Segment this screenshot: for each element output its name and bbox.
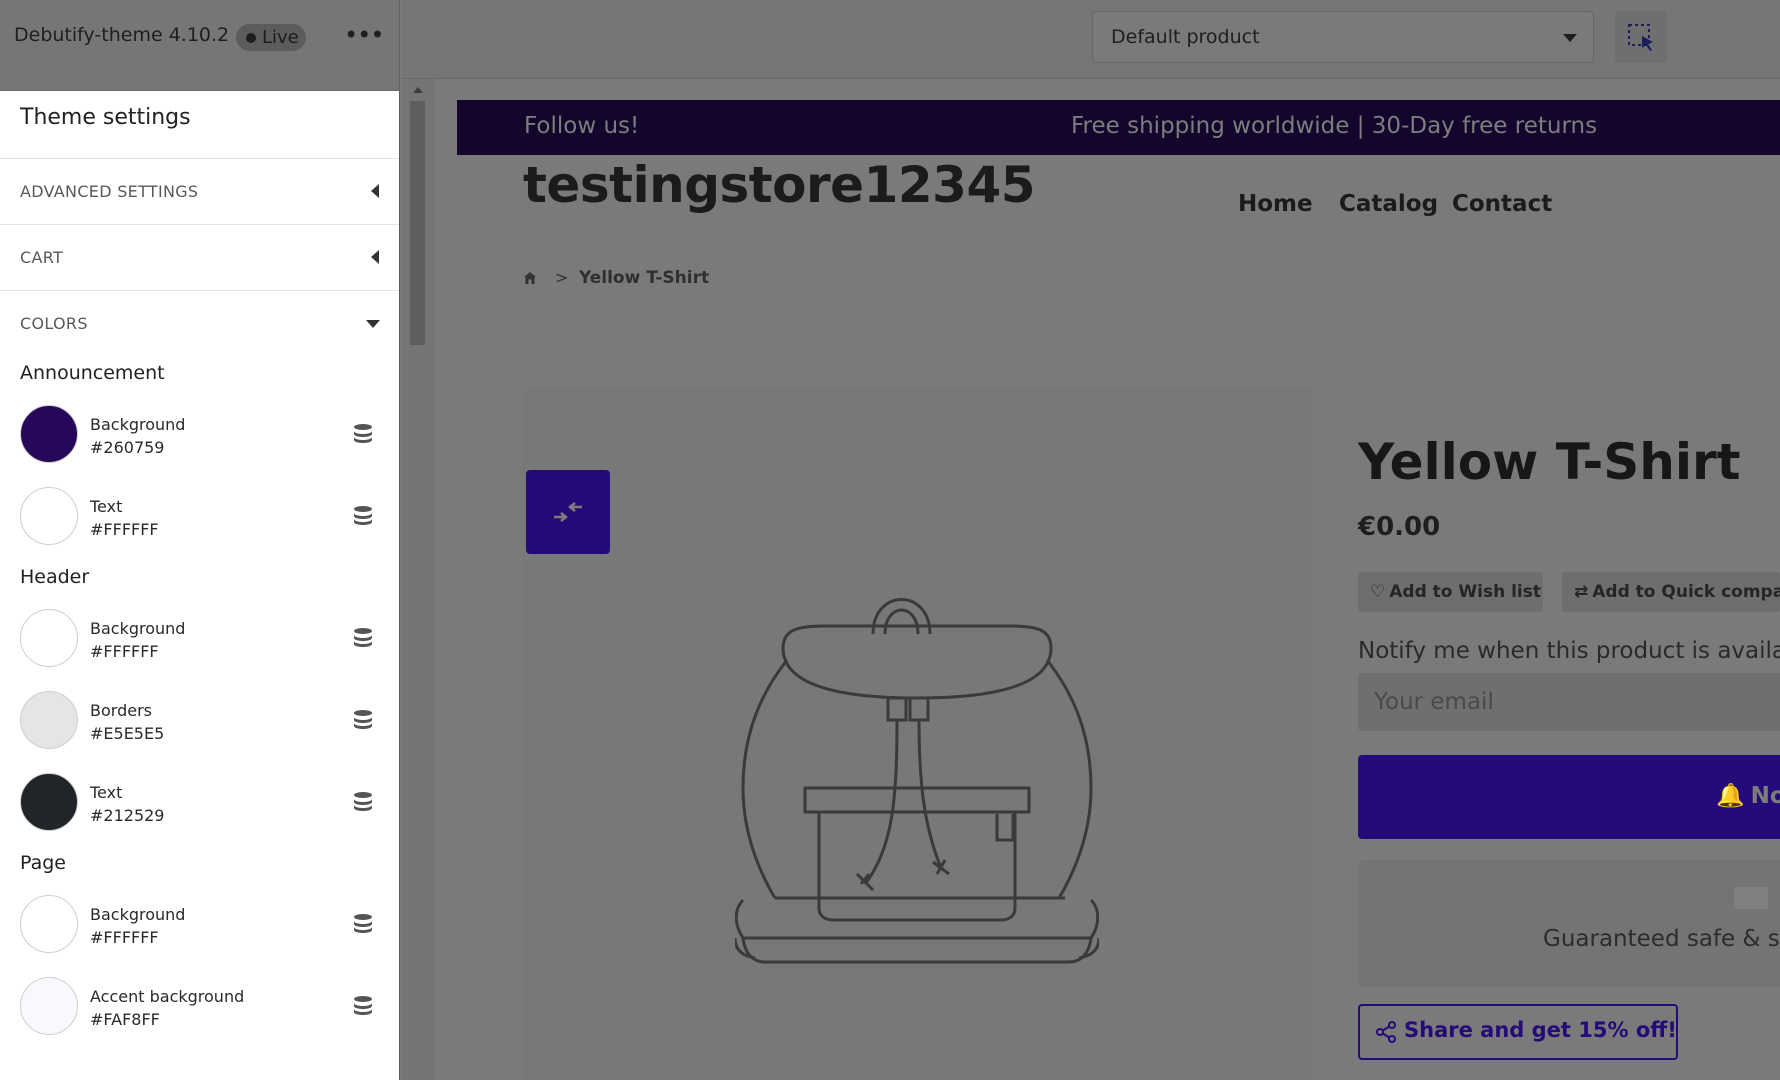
variant-select-value: Default product (1111, 26, 1260, 48)
scroll-up-icon[interactable] (413, 87, 423, 93)
guarantee-text: Guaranteed safe & s (1543, 926, 1780, 952)
announcement-shipping: Free shipping worldwide | 30-Day free re… (1071, 113, 1598, 139)
share-discount-label: Share and get 15% off! (1404, 1018, 1677, 1042)
color-setting-name: Text (90, 783, 123, 802)
color-swatch[interactable] (20, 487, 78, 545)
compare-icon: ⇄ (1574, 582, 1589, 602)
announcement-follow[interactable]: Follow us! (524, 113, 639, 139)
color-setting-hex: #E5E5E5 (90, 724, 165, 743)
database-stack-icon[interactable] (351, 626, 375, 650)
section-label: ADVANCED SETTINGS (20, 182, 199, 201)
inspect-element-button[interactable] (1615, 11, 1667, 63)
group-title-announcement: Announcement (20, 362, 165, 384)
chevron-down-icon (1563, 34, 1577, 42)
notify-me-text: Notify me when this product is availa (1358, 638, 1780, 664)
announcement-bar: Follow us! Free shipping worldwide | 30-… (457, 100, 1780, 155)
nav-catalog[interactable]: Catalog (1339, 191, 1438, 217)
variant-select[interactable]: Default product (1092, 11, 1594, 63)
live-dot-icon (246, 33, 256, 43)
heart-icon: ♡ (1370, 582, 1386, 602)
color-setting-name: Background (90, 415, 186, 434)
color-swatch[interactable] (20, 773, 78, 831)
color-setting-row[interactable]: Borders #E5E5E5 (0, 679, 399, 761)
section-label: COLORS (20, 314, 88, 333)
breadcrumb-current: Yellow T-Shirt (579, 268, 710, 288)
theme-settings-sidebar: Theme settings ADVANCED SETTINGS CART CO… (0, 91, 400, 1080)
section-label: CART (20, 248, 64, 267)
color-setting-name: Background (90, 619, 186, 638)
paypal-icon (1734, 887, 1768, 909)
add-to-wishlist-label: Add to Wish list (1389, 582, 1542, 602)
color-swatch[interactable] (20, 895, 78, 953)
color-setting-name: Background (90, 905, 186, 924)
compare-arrows-icon (554, 502, 582, 522)
scrollbar-thumb[interactable] (410, 101, 425, 345)
notify-button[interactable]: 🔔Notify (1358, 755, 1780, 839)
compare-button[interactable] (526, 470, 610, 554)
color-setting-hex: #FFFFFF (90, 520, 159, 539)
caret-left-icon (371, 184, 379, 198)
nav-home[interactable]: Home (1238, 191, 1313, 217)
caret-left-icon (371, 250, 379, 264)
more-actions-button[interactable]: ••• (344, 17, 384, 53)
notify-email-input[interactable] (1358, 673, 1780, 731)
add-to-compare-button[interactable]: ⇄ Add to Quick compa (1562, 572, 1780, 612)
add-to-wishlist-button[interactable]: ♡ Add to Wish list (1358, 572, 1543, 612)
color-setting-row[interactable]: Background #FFFFFF (0, 883, 399, 965)
live-status-badge: Live (236, 24, 306, 51)
color-setting-hex: #260759 (90, 438, 165, 457)
sidebar-scrollbar[interactable] (401, 79, 434, 1080)
backpack-product-image[interactable] (735, 578, 1099, 978)
color-swatch[interactable] (20, 609, 78, 667)
color-setting-hex: #FAF8FF (90, 1010, 160, 1029)
share-icon (1376, 1021, 1396, 1043)
sidebar-heading: Theme settings (0, 91, 399, 159)
notify-button-label: 🔔Notify (1716, 783, 1780, 809)
color-setting-row[interactable]: Accent background #FAF8FF (0, 965, 399, 1047)
group-title-header: Header (20, 566, 90, 588)
group-title-page: Page (20, 852, 66, 874)
color-setting-row[interactable]: Text #FFFFFF (0, 475, 399, 557)
preview-toolbar: Default product (401, 0, 1780, 79)
color-setting-row[interactable]: Background #FFFFFF (0, 597, 399, 679)
share-discount-button[interactable]: Share and get 15% off! (1358, 1004, 1678, 1060)
home-icon[interactable] (523, 271, 537, 285)
color-setting-name: Accent background (90, 987, 245, 1006)
color-swatch[interactable] (20, 405, 78, 463)
database-stack-icon[interactable] (351, 994, 375, 1018)
trust-badges-box: Guaranteed safe & s (1358, 860, 1780, 987)
caret-down-icon (366, 320, 380, 328)
store-preview: Follow us! Free shipping worldwide | 30-… (457, 100, 1780, 1080)
color-setting-name: Borders (90, 701, 152, 720)
database-stack-icon[interactable] (351, 912, 375, 936)
breadcrumb-separator: > (555, 268, 569, 287)
product-title: Yellow T-Shirt (1358, 433, 1741, 491)
color-swatch[interactable] (20, 691, 78, 749)
color-setting-name: Text (90, 497, 123, 516)
editor-topbar: Debutify-theme 4.10.2 Live ••• (0, 0, 400, 91)
live-status-label: Live (262, 27, 299, 48)
add-to-compare-label: Add to Quick compa (1592, 582, 1780, 602)
select-element-icon (1628, 24, 1653, 51)
section-advanced-settings[interactable]: ADVANCED SETTINGS (0, 159, 399, 225)
color-setting-row[interactable]: Text #212529 (0, 761, 399, 843)
section-colors[interactable]: COLORS (0, 291, 399, 353)
bell-icon: 🔔 (1716, 783, 1745, 809)
section-cart[interactable]: CART (0, 225, 399, 291)
database-stack-icon[interactable] (351, 504, 375, 528)
nav-contact[interactable]: Contact (1452, 191, 1552, 217)
database-stack-icon[interactable] (351, 422, 375, 446)
store-logo-title[interactable]: testingstore12345 (523, 156, 1036, 214)
database-stack-icon[interactable] (351, 708, 375, 732)
theme-editor: Debutify-theme 4.10.2 Live ••• Theme set… (0, 0, 1780, 1080)
product-price: €0.00 (1358, 512, 1441, 542)
database-stack-icon[interactable] (351, 790, 375, 814)
color-setting-hex: #FFFFFF (90, 642, 159, 661)
color-setting-hex: #FFFFFF (90, 928, 159, 947)
color-setting-hex: #212529 (90, 806, 165, 825)
theme-name: Debutify-theme 4.10.2 (14, 24, 230, 46)
color-swatch[interactable] (20, 977, 78, 1035)
color-setting-row[interactable]: Background #260759 (0, 393, 399, 475)
